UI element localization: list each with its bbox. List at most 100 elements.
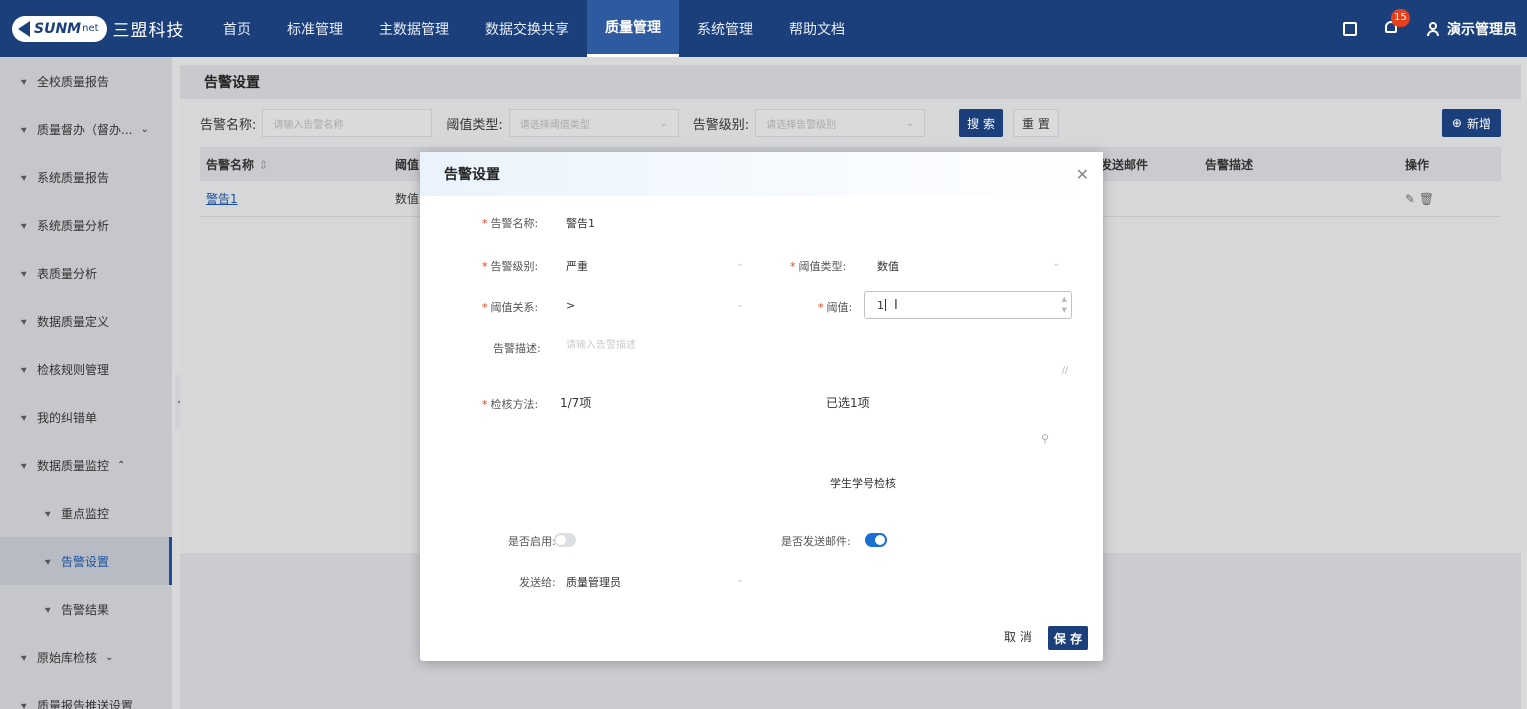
sidebar-item-quality-monitoring[interactable]: 数据质量监控 ⌃	[0, 441, 172, 489]
filter-name-input[interactable]: 请输入告警名称	[262, 109, 433, 137]
threshold-number-input[interactable]: 1I ▲ ▼	[864, 291, 1072, 319]
nav-arrow-icon	[20, 461, 29, 469]
sidebar-item-campus-report[interactable]: 全校质量报告	[0, 57, 172, 105]
nav-home[interactable]: 首页	[205, 0, 269, 57]
nav-arrow-icon	[20, 653, 29, 661]
level-select-value: 严重	[566, 260, 588, 273]
top-right-tools: 15 演示管理员	[1343, 8, 1527, 39]
alert-name-link[interactable]: 警告1	[206, 192, 238, 206]
send-email-toggle[interactable]	[865, 533, 887, 547]
search-button[interactable]: 搜 索	[959, 109, 1003, 137]
cell-name: 警告1	[200, 190, 395, 207]
reset-button[interactable]: 重 置	[1013, 109, 1059, 137]
method-label-wrap: * 检核方法:	[482, 396, 538, 412]
nav-arrow-icon	[44, 605, 53, 613]
notification-badge: 15	[1391, 8, 1410, 27]
nav-arrow-icon	[20, 365, 29, 373]
sidebar-item-alert-settings[interactable]: 告警设置	[0, 537, 172, 585]
threshold-label-wrap: * 阈值:	[818, 299, 852, 315]
name-field-value: 警告1	[566, 217, 595, 230]
save-button[interactable]: 保 存	[1048, 626, 1088, 650]
threshold-type-value: 数值	[877, 260, 899, 273]
resize-handle-icon[interactable]: ∕∕	[1062, 366, 1068, 376]
nav-arrow-icon	[20, 701, 29, 709]
user-menu[interactable]: 演示管理员	[1427, 19, 1517, 39]
chevron-down-icon: ⌄	[1052, 258, 1061, 269]
spin-down-icon[interactable]: ▼	[1062, 305, 1067, 316]
nav-help[interactable]: 帮助文档	[771, 0, 863, 57]
nav-arrow-icon	[44, 557, 53, 565]
brand-logo[interactable]: SUNM net 三盟科技	[0, 15, 205, 42]
fullscreen-icon[interactable]	[1343, 21, 1357, 36]
sidebar-item-label: 系统质量报告	[37, 170, 110, 185]
sidebar-item-report-push[interactable]: 质量报告推送设置	[0, 681, 172, 709]
nav-data-exchange[interactable]: 数据交换共享	[467, 0, 587, 57]
top-navbar: SUNM net 三盟科技 首页 标准管理 主数据管理 数据交换共享 质量管理 …	[0, 0, 1527, 57]
sidebar-item-system-report[interactable]: 系统质量报告	[0, 153, 172, 201]
chevron-down-icon: ⌄	[736, 574, 745, 585]
sidebar-item-alert-results[interactable]: 告警结果	[0, 585, 172, 633]
nav-quality[interactable]: 质量管理	[587, 0, 679, 57]
method-source-count: 1/7项	[560, 396, 592, 410]
column-name-label: 告警名称	[206, 157, 255, 172]
filter-bar: 告警名称: 请输入告警名称 阈值类型: 请选择阈值类型 ⌄ 告警级别: 请选择告警…	[180, 99, 1521, 147]
close-icon[interactable]: ✕	[1076, 165, 1089, 184]
page-title: 告警设置	[180, 65, 1521, 99]
add-button[interactable]: ⊕ 新增	[1441, 109, 1501, 137]
chevron-down-icon: ⌄	[905, 117, 915, 129]
column-description: 告警描述	[1205, 157, 1254, 172]
sidebar-item-system-analysis[interactable]: 系统质量分析	[0, 201, 172, 249]
nav-master-data[interactable]: 主数据管理	[361, 0, 467, 57]
level-select[interactable]: 严重	[566, 258, 588, 274]
spin-up-icon[interactable]: ▲	[1062, 294, 1067, 305]
chevron-up-icon: ⌃	[117, 459, 126, 471]
enabled-toggle[interactable]	[554, 533, 576, 547]
cancel-button[interactable]: 取 消	[1004, 628, 1032, 645]
name-field-label: 告警名称:	[490, 217, 539, 230]
user-name: 演示管理员	[1447, 21, 1517, 38]
sidebar-item-rule-management[interactable]: 检核规则管理	[0, 345, 172, 393]
sidebar-item-quality-supervision[interactable]: 质量督办（督办... ⌄	[0, 105, 172, 153]
name-field-label-wrap: * 告警名称:	[482, 215, 538, 231]
sidebar-item-table-analysis[interactable]: 表质量分析	[0, 249, 172, 297]
edit-icon[interactable]: ✎	[1405, 192, 1415, 206]
sidebar-item-label: 数据质量定义	[37, 314, 110, 329]
filter-threshold-type-select[interactable]: 请选择阈值类型 ⌄	[508, 109, 679, 137]
delete-icon[interactable]: 🗑	[1419, 192, 1434, 206]
sidebar-item-my-corrections[interactable]: 我的纠错单	[0, 393, 172, 441]
logo-net-text: net	[82, 23, 99, 34]
send-to-select[interactable]: 质量管理员	[566, 574, 621, 590]
number-spinner[interactable]: ▲ ▼	[1062, 294, 1067, 316]
column-actions: 操作	[1405, 157, 1430, 172]
description-textarea[interactable]: 请输入告警描述 ∕∕	[552, 332, 1072, 378]
method-label: 检核方法:	[490, 398, 539, 411]
sidebar-item-key-monitoring[interactable]: 重点监控	[0, 489, 172, 537]
user-icon	[1427, 21, 1439, 36]
level-field-label-wrap: * 告警级别:	[482, 258, 538, 274]
nav-standards[interactable]: 标准管理	[269, 0, 361, 57]
sidebar-item-quality-definition[interactable]: 数据质量定义	[0, 297, 172, 345]
required-mark: *	[818, 300, 824, 314]
send-to-value: 质量管理员	[566, 576, 621, 589]
relation-value: >	[566, 299, 576, 312]
chevron-down-icon: ⌄	[105, 651, 114, 663]
required-mark: *	[482, 300, 488, 314]
search-icon[interactable]: ⚲	[1041, 432, 1049, 445]
sidebar-item-label: 数据质量监控	[37, 458, 110, 473]
sort-icon[interactable]: ⇕	[258, 158, 268, 172]
sidebar-item-raw-db-check[interactable]: 原始库检核 ⌄	[0, 633, 172, 681]
filter-level-select[interactable]: 请选择告警级别 ⌄	[755, 109, 926, 137]
nav-arrow-icon	[20, 125, 29, 133]
text-cursor	[885, 299, 886, 311]
column-name[interactable]: 告警名称 ⇕	[200, 156, 395, 173]
nav-system[interactable]: 系统管理	[679, 0, 771, 57]
nav-arrow-icon	[20, 77, 29, 85]
notification-bell-icon[interactable]: 15	[1385, 8, 1410, 37]
method-selected-item[interactable]: 学生学号检核	[830, 475, 896, 491]
name-field-input[interactable]: 警告1	[566, 215, 595, 231]
threshold-type-select[interactable]: 数值	[877, 258, 899, 274]
chevron-down-icon: ⌄	[659, 117, 668, 129]
relation-select[interactable]: >	[566, 299, 575, 312]
filter-threshold-type-label: 阈值类型:	[446, 117, 503, 133]
cell-actions: ✎ 🗑	[1405, 192, 1501, 206]
